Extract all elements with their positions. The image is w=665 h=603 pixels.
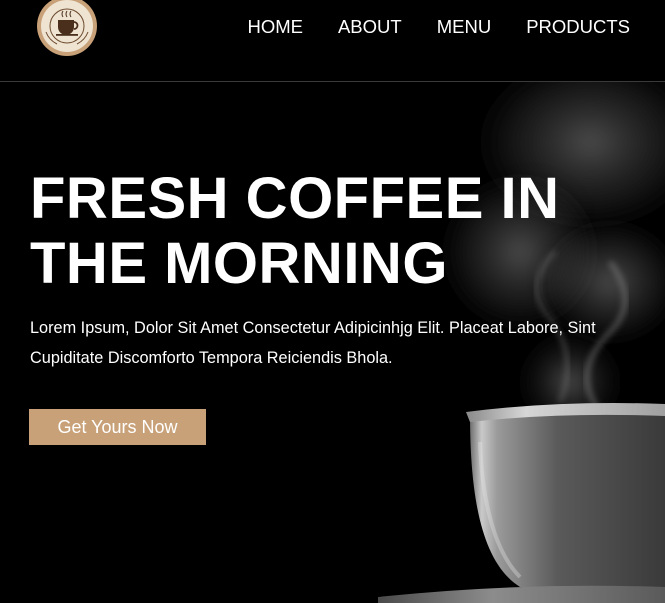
nav-link-home[interactable]: HOME — [247, 16, 303, 38]
main-navigation: HOME ABOUT MENU PRODUCTS — [212, 16, 630, 38]
hero-headline-line-2: THE MORNING — [30, 231, 448, 296]
site-header: HOME ABOUT MENU PRODUCTS — [0, 0, 665, 82]
hero-headline-line-1: FRESH COFFEE IN — [30, 166, 560, 231]
coffee-shop-logo[interactable] — [36, 0, 98, 56]
get-yours-now-button[interactable]: Get Yours Now — [29, 409, 206, 445]
nav-link-menu[interactable]: MENU — [437, 16, 491, 38]
nav-link-products[interactable]: PRODUCTS — [526, 16, 630, 38]
coffee-logo-icon — [37, 0, 97, 56]
hero-headline: FRESH COFFEE IN THE MORNING — [30, 166, 630, 296]
nav-link-about[interactable]: ABOUT — [338, 16, 402, 38]
hero-section: FRESH COFFEE IN THE MORNING Lorem Ipsum,… — [0, 82, 665, 603]
hero-description: Lorem Ipsum, Dolor Sit Amet Consectetur … — [30, 319, 596, 367]
